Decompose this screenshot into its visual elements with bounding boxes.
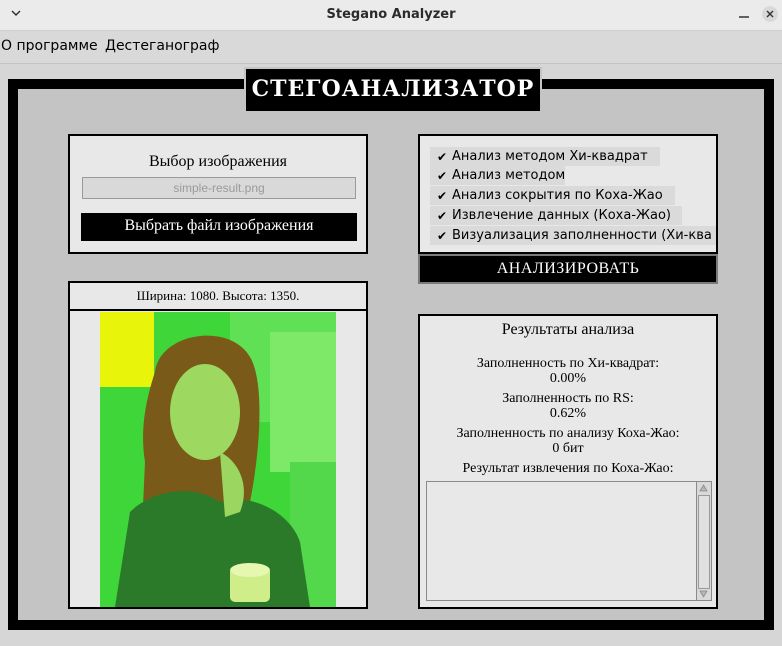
results-panel: Результаты анализа Заполненность по Хи-к… <box>418 314 718 609</box>
option-label: Анализ методом RS <box>452 168 565 183</box>
scroll-down-icon[interactable] <box>697 588 710 600</box>
chi-square-value: 0.00% <box>549 371 587 386</box>
menu-destegano[interactable]: Дестеганограф <box>105 38 219 54</box>
scroll-up-icon[interactable] <box>697 482 710 494</box>
option-koch-zhao-extract[interactable]: ✔ Извлечение данных (Коха-Жао) <box>430 206 682 225</box>
checkbox-chi-square[interactable]: ✔ <box>436 151 448 163</box>
close-button[interactable] <box>762 6 778 22</box>
vertical-scrollbar[interactable] <box>696 482 711 600</box>
preview-image <box>100 312 336 607</box>
option-label: Анализ сокрытия по Коха-Жао <box>452 188 663 203</box>
menu-about[interactable]: О программе <box>1 38 98 54</box>
window-titlebar: Stegano Analyzer <box>0 0 782 31</box>
window-title: Stegano Analyzer <box>326 7 456 22</box>
koch-zhao-label: Заполненность по анализу Коха-Жао: <box>456 426 680 441</box>
close-icon <box>766 10 774 18</box>
minimize-icon[interactable] <box>737 7 751 23</box>
options-panel: ✔ Анализ методом Хи-квадрат ✔ Анализ метод… <box>418 134 718 254</box>
option-label: Анализ методом Хи-квадрат <box>452 149 648 164</box>
image-preview <box>100 312 336 607</box>
scrollbar-thumb[interactable] <box>698 495 710 589</box>
image-select-title: Выбор изображения <box>148 153 288 170</box>
option-chi-square[interactable]: ✔ Анализ методом Хи-квадрат <box>430 147 660 166</box>
analyze-button[interactable]: АНАЛИЗИРОВАТЬ <box>418 254 718 284</box>
image-select-panel: Выбор изображения simple-result.png Выбр… <box>68 134 368 254</box>
checkbox-koch-zhao-hiding[interactable]: ✔ <box>436 190 448 202</box>
chi-square-label: Заполненность по Хи-квадрат: <box>476 356 660 371</box>
rs-label: Заполненность по RS: <box>502 391 634 406</box>
checkbox-rs[interactable]: ✔ <box>436 170 448 182</box>
option-label: Визуализация заполненности (Хи-ква <box>452 228 712 243</box>
checkbox-visualization[interactable]: ✔ <box>436 230 448 242</box>
image-dimensions: Ширина: 1080. Высота: 1350. <box>136 288 300 303</box>
option-koch-zhao-hiding[interactable]: ✔ Анализ сокрытия по Коха-Жао <box>430 186 675 205</box>
checkbox-koch-zhao-extract[interactable]: ✔ <box>436 210 448 222</box>
choose-file-button[interactable]: Выбрать файл изображения <box>81 213 357 241</box>
option-visualization[interactable]: ✔ Визуализация заполненности (Хи-ква <box>430 226 716 245</box>
filename-field: simple-result.png <box>82 177 356 199</box>
menu-bar: О программе Дестеганограф <box>0 31 782 64</box>
rs-value: 0.62% <box>549 406 587 421</box>
divider <box>70 309 366 311</box>
extract-result-textarea[interactable] <box>426 481 712 601</box>
extract-label: Результат извлечения по Коха-Жао: <box>462 461 674 476</box>
results-title: Результаты анализа <box>501 321 635 338</box>
koch-zhao-value: 0 бит <box>552 441 584 456</box>
page-title: СТЕГОАНАЛИЗАТОР <box>244 67 542 113</box>
option-label: Извлечение данных (Коха-Жао) <box>452 208 672 223</box>
option-rs[interactable]: ✔ Анализ методом RS <box>430 166 565 185</box>
image-preview-panel: Ширина: 1080. Высота: 1350. <box>68 281 368 609</box>
